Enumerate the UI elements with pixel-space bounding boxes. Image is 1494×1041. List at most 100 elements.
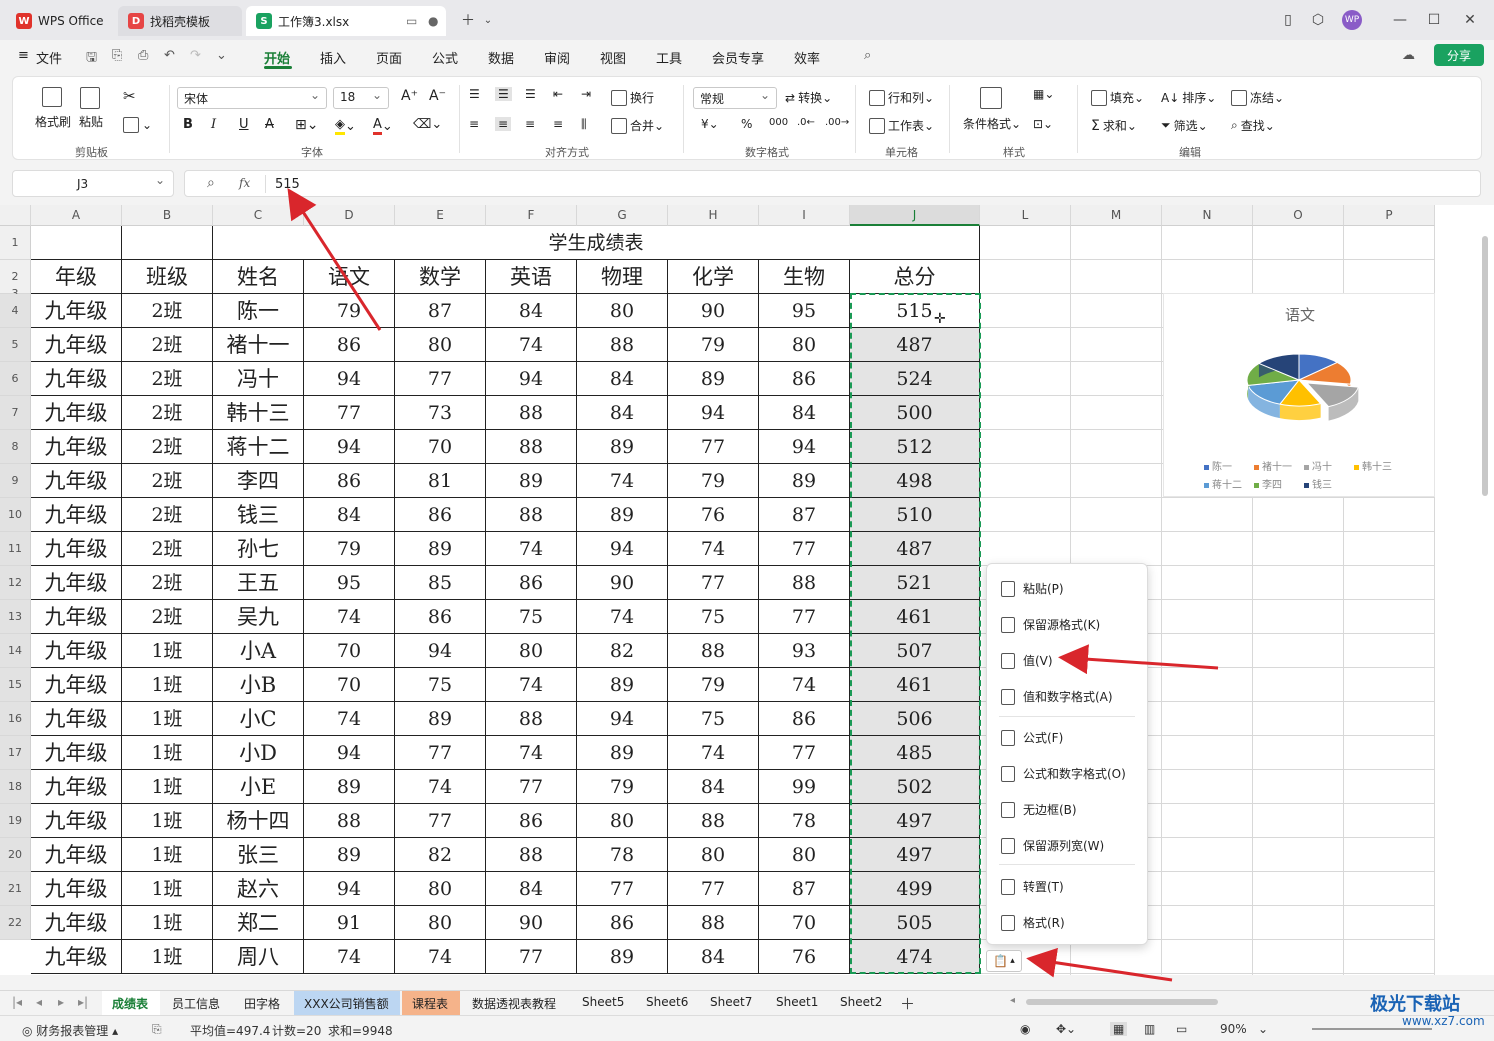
data-cell[interactable]: 86	[486, 566, 577, 600]
data-cell[interactable]: 九年级	[31, 430, 122, 464]
data-cell[interactable]: 2班	[122, 328, 213, 362]
next-sheet-icon[interactable]: ▸	[58, 995, 64, 1009]
add-sheet-icon[interactable]: ＋	[900, 993, 915, 1014]
column-header[interactable]: A	[31, 205, 122, 226]
sheet-title-cell[interactable]: 学生成绩表	[213, 226, 980, 260]
data-cell[interactable]: 九年级	[31, 294, 122, 328]
column-header[interactable]: O	[1253, 205, 1344, 226]
cell-empty[interactable]	[980, 328, 1071, 362]
header-cell[interactable]: 姓名	[213, 260, 304, 294]
cloud-icon[interactable]: ☁	[1402, 48, 1415, 63]
data-cell[interactable]: 94	[577, 532, 668, 566]
data-cell[interactable]: 86	[304, 464, 395, 498]
align-bottom-icon[interactable]: ☰	[525, 87, 536, 101]
data-cell[interactable]: 77	[759, 736, 850, 770]
scroll-left-icon[interactable]: ◂	[1010, 995, 1015, 1006]
data-cell[interactable]: 小C	[213, 702, 304, 736]
sheet-tab[interactable]: 数据透视表教程	[462, 991, 570, 1015]
data-cell[interactable]: 1班	[122, 770, 213, 804]
cell-empty[interactable]	[1071, 498, 1162, 532]
column-header[interactable]: F	[486, 205, 577, 226]
select-all-corner[interactable]	[0, 205, 31, 226]
data-cell[interactable]: 九年级	[31, 872, 122, 906]
data-cell[interactable]: 九年级	[31, 396, 122, 430]
data-cell[interactable]: 77	[577, 872, 668, 906]
data-cell[interactable]: 2班	[122, 294, 213, 328]
cell-empty[interactable]	[1344, 974, 1435, 975]
cell-empty[interactable]	[1162, 872, 1253, 906]
data-cell[interactable]: 赵六	[213, 872, 304, 906]
total-cell[interactable]: 497	[850, 838, 980, 872]
cursor-mode-icon[interactable]: ✥⌄	[1056, 1022, 1076, 1036]
cell-empty[interactable]	[1071, 940, 1162, 974]
data-cell[interactable]: 88	[304, 804, 395, 838]
cell-empty[interactable]	[1162, 736, 1253, 770]
data-cell[interactable]: 77	[395, 362, 486, 396]
menu-member[interactable]: 会员专享	[712, 48, 764, 67]
normal-view-icon[interactable]: ▦	[1110, 1022, 1128, 1036]
cell-empty[interactable]	[1253, 566, 1344, 600]
data-cell[interactable]: 84	[304, 498, 395, 532]
copy-icon[interactable]: ⌄	[123, 117, 152, 133]
data-cell[interactable]: 孙七	[213, 532, 304, 566]
column-header[interactable]: J	[850, 205, 980, 226]
sheet-tab[interactable]: XXX公司销售额	[294, 991, 400, 1015]
data-cell[interactable]: 1班	[122, 702, 213, 736]
data-cell[interactable]: 1班	[122, 872, 213, 906]
undo-icon[interactable]: ↶	[164, 48, 175, 63]
data-cell[interactable]: 李四	[213, 464, 304, 498]
unsaved-dot-icon[interactable]: ●	[428, 14, 438, 28]
data-cell[interactable]: 2班	[122, 362, 213, 396]
menu-efficiency[interactable]: 效率	[794, 48, 820, 67]
sum-button[interactable]: Σ 求和 ⌄	[1091, 117, 1137, 134]
cell-empty[interactable]	[1162, 838, 1253, 872]
data-cell[interactable]: 86	[304, 328, 395, 362]
data-cell[interactable]: 79	[668, 668, 759, 702]
data-cell[interactable]: 89	[577, 430, 668, 464]
data-cell[interactable]: 70	[304, 668, 395, 702]
data-cell[interactable]: 九年级	[31, 566, 122, 600]
data-cell[interactable]: 80	[395, 906, 486, 940]
data-cell[interactable]: 80	[486, 634, 577, 668]
data-cell[interactable]: 77	[486, 940, 577, 974]
data-cell[interactable]: 88	[486, 702, 577, 736]
paste-option-keep-source-format[interactable]: 保留源格式(K)	[1001, 616, 1100, 633]
data-cell[interactable]: 九年级	[31, 362, 122, 396]
data-cell[interactable]: 89	[759, 464, 850, 498]
total-cell[interactable]: 505	[850, 906, 980, 940]
data-cell[interactable]: 1班	[122, 804, 213, 838]
row-header[interactable]: 11	[0, 532, 31, 566]
cell-empty[interactable]	[1344, 226, 1435, 260]
data-cell[interactable]: 75	[668, 702, 759, 736]
data-cell[interactable]: 77	[759, 532, 850, 566]
filter-button[interactable]: ⏷ 筛选 ⌄	[1161, 117, 1208, 134]
menu-data[interactable]: 数据	[488, 48, 514, 67]
data-cell[interactable]: 2班	[122, 566, 213, 600]
cell-empty[interactable]	[1162, 498, 1253, 532]
cell-empty[interactable]	[1253, 634, 1344, 668]
data-cell[interactable]: 74	[577, 464, 668, 498]
cell-empty[interactable]	[1344, 940, 1435, 974]
data-cell[interactable]: 80	[395, 872, 486, 906]
data-cell[interactable]: 86	[395, 600, 486, 634]
paste-option-values[interactable]: 值(V)	[1001, 652, 1053, 669]
data-cell[interactable]: 95	[759, 294, 850, 328]
data-cell[interactable]: 88	[486, 396, 577, 430]
chevron-down-icon[interactable]: ⌄	[216, 48, 227, 63]
italic-icon[interactable]: I	[211, 117, 216, 132]
data-cell[interactable]: 90	[577, 566, 668, 600]
data-cell[interactable]: 94	[304, 736, 395, 770]
row-header[interactable]: 12	[0, 566, 31, 600]
total-cell[interactable]: 499	[850, 872, 980, 906]
data-cell[interactable]: 81	[395, 464, 486, 498]
total-cell[interactable]: 461	[850, 668, 980, 702]
conditional-format-button[interactable]: 条件格式⌄	[963, 87, 1021, 132]
data-cell[interactable]: 80	[759, 838, 850, 872]
row-header[interactable]: 20	[0, 838, 31, 872]
tab-workbook[interactable]: S 工作簿3.xlsx ▭ ●	[246, 6, 446, 36]
data-cell[interactable]: 89	[395, 702, 486, 736]
align-middle-icon[interactable]: ☰	[495, 87, 512, 101]
data-cell[interactable]: 1班	[122, 736, 213, 770]
sheet-tab[interactable]: 成绩表	[102, 991, 160, 1015]
total-cell[interactable]: 497	[850, 804, 980, 838]
